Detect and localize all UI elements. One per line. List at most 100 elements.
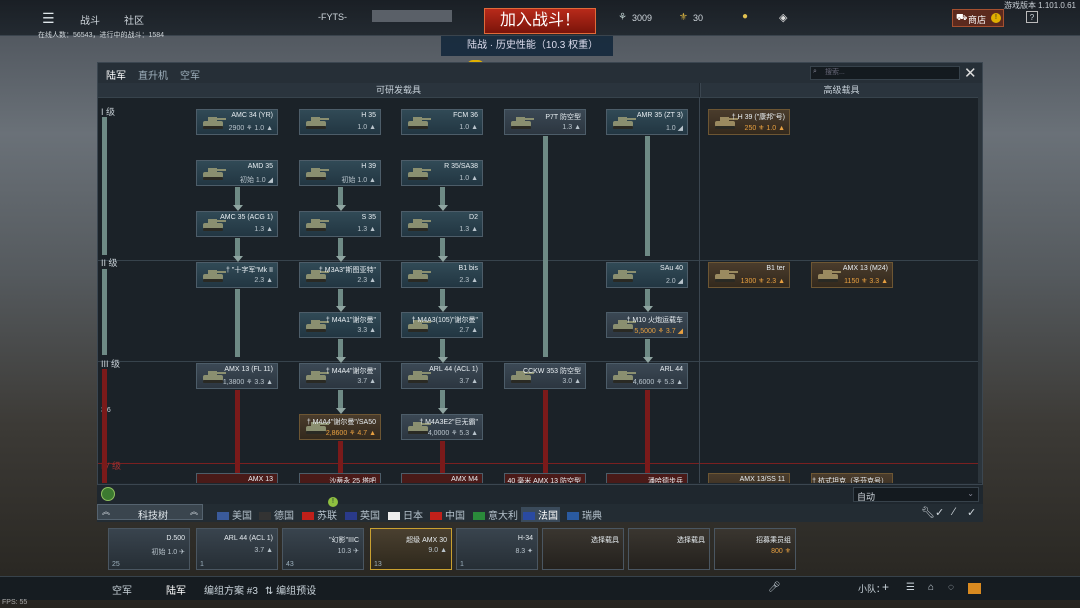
vehicle-card[interactable]: CCKW 353 防空型 3.0 ▲ — [504, 363, 586, 389]
premium-vehicle-card[interactable]: † H 39 ("康邦"号) 250 ⚜ 1.0 ▲ — [708, 109, 790, 135]
game-mode-selector[interactable]: 陆战 · 历史性能（10.3 权重） ! 1 — [441, 36, 613, 72]
vehicle-card[interactable]: D2 1.3 ▲ — [401, 211, 483, 237]
hamburger-icon[interactable]: ☰ — [42, 10, 55, 27]
bottom-tab-ground[interactable]: 陆军 — [166, 582, 186, 597]
vehicle-card[interactable]: H 35 1.0 ▲ — [299, 109, 381, 135]
tank-icon — [408, 219, 431, 231]
vehicle-name: S 35 — [361, 214, 376, 221]
vehicle-card[interactable]: † M4A3(105)"谢尔曼" 2.7 ▲ — [401, 312, 483, 338]
add-squad-icon[interactable]: + — [882, 580, 889, 594]
vehicle-card[interactable]: P7T 防空型 1.3 ▲ — [504, 109, 586, 135]
wrench-check-icon[interactable]: ⁄ — [953, 506, 955, 518]
vehicle-card[interactable]: † "十字军"Mk II 2.3 ▲ — [196, 262, 278, 288]
vehicle-card[interactable]: † M10 火炮运载车 5,5000 ⚘ 3.7 ◢ — [606, 312, 688, 338]
crew-slot[interactable]: 选择载具 — [542, 528, 624, 570]
auto-select[interactable]: 自动 ⌄ — [853, 487, 979, 502]
tree-footer: 自动 ⌄ — [97, 484, 983, 504]
premium-vehicle-card[interactable]: AMX 13 (M24) 1150 ⚜ 3.3 ▲ — [811, 262, 893, 288]
crew-slot[interactable]: ARL 44 (ACL 1) 3.7 ▲ 1 — [196, 528, 278, 570]
vehicle-card-locked[interactable]: 40 毫米 AMX 13 防空型 — [504, 473, 586, 483]
slot-vehicle-name: 超级 AMX 30 — [406, 537, 447, 544]
vehicle-card[interactable]: † M4A4"谢尔曼" 3.7 ▲ — [299, 363, 381, 389]
tab-helicopters[interactable]: 直升机 — [138, 67, 168, 82]
vehicle-info: 1.3 ▲ — [562, 124, 581, 131]
nation-tab[interactable]: 德国 — [259, 507, 294, 522]
join-battle-button[interactable]: 加入战斗！ — [484, 8, 596, 34]
crew-slot[interactable]: 超级 AMX 30 9.0 ▲ 13 — [370, 528, 452, 570]
vehicle-info: 250 ⚜ 1.0 ▲ — [744, 125, 785, 132]
lightbulb-icon[interactable]: ● — [742, 11, 748, 22]
flag-icon — [430, 512, 442, 520]
mail-icon[interactable] — [968, 583, 981, 594]
nation-tab[interactable]: 瑞典 — [567, 507, 602, 522]
tab-aircraft[interactable]: 空军 — [180, 67, 200, 82]
vehicle-card[interactable]: AMX 13 (FL 11) 1,3800 ⚘ 3.3 ▲ — [196, 363, 278, 389]
help-button[interactable]: ? — [1026, 11, 1038, 23]
wrench-icon[interactable]: 🔧︎ — [921, 506, 935, 519]
vehicle-card-locked[interactable]: † 杭式坦克（圣芬克号） — [811, 473, 893, 483]
tech-tree-toggle[interactable]: ︽ 科技树 ︽ — [97, 504, 203, 522]
vehicle-card[interactable]: AMC 34 (YR) 2900 ⚘ 1.0 ▲ — [196, 109, 278, 135]
vehicle-card[interactable]: † M4A3E2"巨无霸" 4,0000 ⚘ 5.3 ▲ — [401, 414, 483, 440]
crew-slot[interactable]: D.500 初始 1.0 ✈ 25 — [108, 528, 190, 570]
nation-tab[interactable]: 苏联 — [302, 507, 337, 522]
nation-tab[interactable]: 日本 — [388, 507, 423, 522]
vehicle-card-locked[interactable]: AMX 13 — [196, 473, 278, 483]
nation-name: 日本 — [403, 511, 423, 522]
vehicle-name: AMR 35 (ZT 3) — [636, 112, 683, 119]
crew-slot[interactable]: "幻影"IIIC 10.3 ✈ 43 — [282, 528, 364, 570]
shop-button[interactable]: ⛟ 商店 ! — [952, 9, 1004, 27]
game-mode-label: 陆战 · 历史性能（10.3 权重） — [467, 40, 599, 51]
nation-tab[interactable]: 意大利 — [473, 507, 518, 522]
check-all-icon[interactable]: ✓ — [967, 506, 976, 519]
vehicle-card[interactable]: † M4A1"谢尔曼" 3.3 ▲ — [299, 312, 381, 338]
vehicle-card[interactable]: † M3A3"斯图亚特" 2.3 ▲ — [299, 262, 381, 288]
vehicle-card[interactable]: FCM 36 1.0 ▲ — [401, 109, 483, 135]
vehicle-card-locked[interactable]: 潘哈德步兵 — [606, 473, 688, 483]
vehicle-card[interactable]: AMD 35 初始 1.0 ◢ — [196, 160, 278, 186]
tree-scrollbar[interactable] — [978, 97, 982, 483]
tank-icon — [408, 371, 431, 383]
news-icon[interactable]: ◈ — [779, 11, 787, 24]
chat-icon[interactable]: ◌ — [948, 582, 954, 593]
nation-tab[interactable]: 中国 — [430, 507, 465, 522]
tab-ground[interactable]: 陆军 — [106, 67, 126, 82]
check-icon[interactable]: ✓ — [935, 506, 944, 519]
crew-slot[interactable]: 选择载具 — [628, 528, 710, 570]
vehicle-card[interactable]: H 39 初始 1.0 ▲ — [299, 160, 381, 186]
premium-vehicle-card[interactable]: B1 ter 1300 ⚜ 2.3 ▲ — [708, 262, 790, 288]
microphone-icon[interactable]: 🎤︎ — [768, 582, 781, 593]
slot-crew-level: 1 — [200, 561, 204, 568]
vehicle-card[interactable]: R 35/SA38 1.0 ▲ — [401, 160, 483, 186]
tree-connector — [338, 339, 343, 357]
battles-menu[interactable]: 战斗 — [80, 12, 100, 27]
vehicle-card-locked[interactable]: AMX 13/SS 11 — [708, 473, 790, 483]
slot-crew-level: 43 — [286, 561, 294, 568]
vehicle-card[interactable]: AMR 35 (ZT 3) 1.0 ◢ — [606, 109, 688, 135]
list-icon[interactable]: ☰ — [906, 582, 915, 593]
preset-name[interactable]: 编组方案 #3 — [204, 582, 258, 597]
vehicle-card[interactable]: S 35 1.3 ▲ — [299, 211, 381, 237]
vehicle-card[interactable]: † M4A4"谢尔曼"/SA50 2,8600 ⚘ 4.7 ▲ — [299, 414, 381, 440]
vehicle-card[interactable]: SAu 40 2.0 ◢ — [606, 262, 688, 288]
search-input[interactable]: 搜索... — [810, 66, 960, 80]
flag-icon — [217, 512, 229, 520]
nation-tab[interactable]: 美国 — [217, 507, 252, 522]
friends-icon[interactable]: ⌂ — [928, 582, 934, 593]
vehicle-card[interactable]: B1 bis 2.3 ▲ — [401, 262, 483, 288]
bottom-tab-air[interactable]: 空军 — [112, 582, 132, 597]
vehicle-card[interactable]: ARL 44 4,6000 ⚘ 5.3 ▲ — [606, 363, 688, 389]
vehicle-card[interactable]: ARL 44 (ACL 1) 3.7 ▲ — [401, 363, 483, 389]
vehicle-card-locked[interactable]: AMX M4 — [401, 473, 483, 483]
vehicle-card-locked[interactable]: 沙蒂永 25 塔吧 — [299, 473, 381, 483]
vehicle-card[interactable]: AMC 35 (ACG 1) 1.3 ▲ — [196, 211, 278, 237]
community-menu[interactable]: 社区 — [124, 12, 144, 27]
close-icon[interactable]: ✕ — [964, 64, 977, 82]
vehicle-name: AMX 13 (M24) — [842, 265, 888, 272]
nation-tab[interactable]: 英国 — [345, 507, 380, 522]
crew-slot[interactable]: 招募乘员组 800 ⚜ — [714, 528, 796, 570]
preset-edit-button[interactable]: ⇅ 编组预设 — [265, 582, 316, 597]
nation-tab[interactable]: 法国 — [521, 507, 560, 522]
tank-icon — [511, 117, 534, 129]
crew-slot[interactable]: H-34 8.3 ✦ 1 — [456, 528, 538, 570]
